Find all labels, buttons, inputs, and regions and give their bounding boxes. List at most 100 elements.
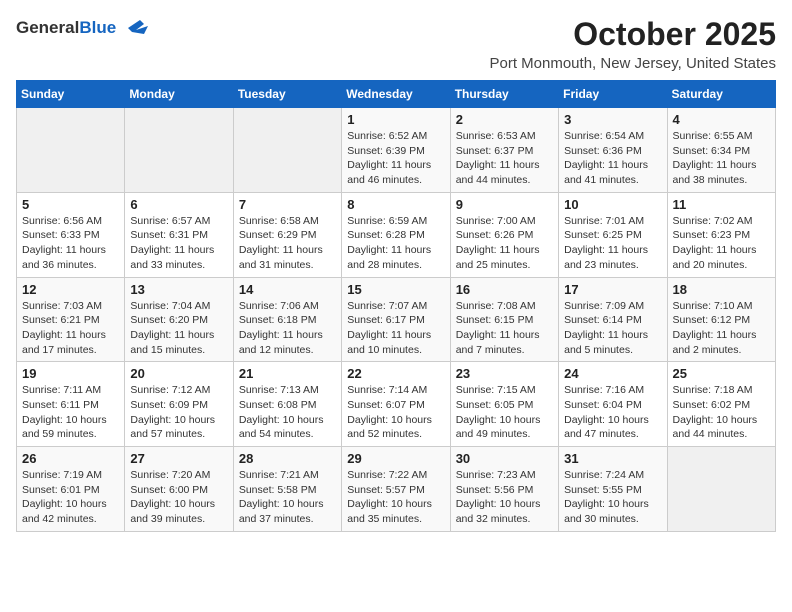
day-detail: Sunrise: 7:16 AM Sunset: 6:04 PM Dayligh… xyxy=(564,383,661,442)
calendar-day-cell: 15 Sunrise: 7:07 AM Sunset: 6:17 PM Dayli… xyxy=(342,277,450,362)
calendar-day-cell: 13 Sunrise: 7:04 AM Sunset: 6:20 PM Dayli… xyxy=(125,277,233,362)
day-detail: Sunrise: 6:54 AM Sunset: 6:36 PM Dayligh… xyxy=(564,129,661,188)
calendar-day-cell: 1Sunrise: 6:52 AM Sunset: 6:39 PM Daylig… xyxy=(342,108,450,193)
day-number: 31 xyxy=(564,451,661,466)
day-detail: Sunrise: 7:04 AM Sunset: 6:20 PM Dayligh… xyxy=(130,299,227,358)
calendar-day-cell: 28Sunrise: 7:21 AM Sunset: 5:58 PM Dayli… xyxy=(233,447,341,532)
calendar-day-cell: 8 Sunrise: 6:59 AM Sunset: 6:28 PM Daylig… xyxy=(342,192,450,277)
day-detail: Sunrise: 7:06 AM Sunset: 6:18 PM Dayligh… xyxy=(239,299,336,358)
day-number: 25 xyxy=(673,366,770,381)
day-number: 30 xyxy=(456,451,553,466)
day-number: 27 xyxy=(130,451,227,466)
day-detail: Sunrise: 6:58 AM Sunset: 6:29 PM Dayligh… xyxy=(239,214,336,273)
day-number: 22 xyxy=(347,366,444,381)
day-detail: Sunrise: 7:12 AM Sunset: 6:09 PM Dayligh… xyxy=(130,383,227,442)
day-detail: Sunrise: 7:07 AM Sunset: 6:17 PM Dayligh… xyxy=(347,299,444,358)
calendar-day-cell: 2 Sunrise: 6:53 AM Sunset: 6:37 PM Daylig… xyxy=(450,108,558,193)
calendar-day-cell: 6Sunrise: 6:57 AM Sunset: 6:31 PM Daylig… xyxy=(125,192,233,277)
calendar-day-cell: 5 Sunrise: 6:56 AM Sunset: 6:33 PM Daylig… xyxy=(17,192,125,277)
day-number: 16 xyxy=(456,282,553,297)
day-detail: Sunrise: 7:15 AM Sunset: 6:05 PM Dayligh… xyxy=(456,383,553,442)
calendar-day-cell: 23 Sunrise: 7:15 AM Sunset: 6:05 PM Dayli… xyxy=(450,362,558,447)
day-detail: Sunrise: 7:13 AM Sunset: 6:08 PM Dayligh… xyxy=(239,383,336,442)
day-detail: Sunrise: 7:08 AM Sunset: 6:15 PM Dayligh… xyxy=(456,299,553,358)
day-of-week-header: Friday xyxy=(559,81,667,108)
day-of-week-header: Sunday xyxy=(17,81,125,108)
day-number: 26 xyxy=(22,451,119,466)
day-detail: Sunrise: 7:14 AM Sunset: 6:07 PM Dayligh… xyxy=(347,383,444,442)
day-number: 20 xyxy=(130,366,227,381)
calendar-day-cell: 7Sunrise: 6:58 AM Sunset: 6:29 PM Daylig… xyxy=(233,192,341,277)
logo-blue: Blue xyxy=(79,18,116,37)
day-number: 4 xyxy=(673,112,770,127)
day-number: 23 xyxy=(456,366,553,381)
calendar-day-cell: 3 Sunrise: 6:54 AM Sunset: 6:36 PM Daylig… xyxy=(559,108,667,193)
day-detail: Sunrise: 7:23 AM Sunset: 5:56 PM Dayligh… xyxy=(456,468,553,527)
calendar-table: SundayMondayTuesdayWednesdayThursdayFrid… xyxy=(16,80,776,532)
logo-bird-icon xyxy=(120,16,152,40)
logo-general-text: GeneralBlue xyxy=(16,18,116,38)
calendar-week-row: 19 Sunrise: 7:11 AM Sunset: 6:11 PM Dayli… xyxy=(17,362,776,447)
calendar-header-row: SundayMondayTuesdayWednesdayThursdayFrid… xyxy=(17,81,776,108)
day-number: 19 xyxy=(22,366,119,381)
day-number: 5 xyxy=(22,197,119,212)
calendar-day-cell: 21 Sunrise: 7:13 AM Sunset: 6:08 PM Dayli… xyxy=(233,362,341,447)
day-of-week-header: Thursday xyxy=(450,81,558,108)
day-of-week-header: Saturday xyxy=(667,81,775,108)
day-number: 2 xyxy=(456,112,553,127)
day-detail: Sunrise: 6:53 AM Sunset: 6:37 PM Dayligh… xyxy=(456,129,553,188)
calendar-day-cell xyxy=(233,108,341,193)
logo-general: General xyxy=(16,18,79,37)
location: Port Monmouth, New Jersey, United States xyxy=(489,55,776,72)
logo: GeneralBlue xyxy=(16,16,152,40)
day-of-week-header: Wednesday xyxy=(342,81,450,108)
day-detail: Sunrise: 6:55 AM Sunset: 6:34 PM Dayligh… xyxy=(673,129,770,188)
month-title: October 2025 xyxy=(489,16,776,53)
calendar-day-cell: 9Sunrise: 7:00 AM Sunset: 6:26 PM Daylig… xyxy=(450,192,558,277)
day-detail: Sunrise: 7:21 AM Sunset: 5:58 PM Dayligh… xyxy=(239,468,336,527)
day-number: 24 xyxy=(564,366,661,381)
calendar-day-cell: 27 Sunrise: 7:20 AM Sunset: 6:00 PM Dayli… xyxy=(125,447,233,532)
day-number: 29 xyxy=(347,451,444,466)
calendar-week-row: 1Sunrise: 6:52 AM Sunset: 6:39 PM Daylig… xyxy=(17,108,776,193)
calendar-day-cell: 31Sunrise: 7:24 AM Sunset: 5:55 PM Dayli… xyxy=(559,447,667,532)
calendar-day-cell: 26 Sunrise: 7:19 AM Sunset: 6:01 PM Dayli… xyxy=(17,447,125,532)
page-header: GeneralBlue October 2025 Port Monmouth, … xyxy=(16,16,776,72)
calendar-day-cell xyxy=(667,447,775,532)
calendar-day-cell: 20 Sunrise: 7:12 AM Sunset: 6:09 PM Dayli… xyxy=(125,362,233,447)
day-detail: Sunrise: 7:03 AM Sunset: 6:21 PM Dayligh… xyxy=(22,299,119,358)
day-number: 3 xyxy=(564,112,661,127)
calendar-day-cell: 22 Sunrise: 7:14 AM Sunset: 6:07 PM Dayli… xyxy=(342,362,450,447)
calendar-day-cell: 25Sunrise: 7:18 AM Sunset: 6:02 PM Dayli… xyxy=(667,362,775,447)
calendar-day-cell: 17Sunrise: 7:09 AM Sunset: 6:14 PM Dayli… xyxy=(559,277,667,362)
day-number: 21 xyxy=(239,366,336,381)
day-detail: Sunrise: 7:10 AM Sunset: 6:12 PM Dayligh… xyxy=(673,299,770,358)
calendar-day-cell: 12 Sunrise: 7:03 AM Sunset: 6:21 PM Dayli… xyxy=(17,277,125,362)
day-of-week-header: Tuesday xyxy=(233,81,341,108)
calendar-week-row: 5 Sunrise: 6:56 AM Sunset: 6:33 PM Daylig… xyxy=(17,192,776,277)
day-detail: Sunrise: 7:19 AM Sunset: 6:01 PM Dayligh… xyxy=(22,468,119,527)
day-detail: Sunrise: 7:20 AM Sunset: 6:00 PM Dayligh… xyxy=(130,468,227,527)
day-number: 11 xyxy=(673,197,770,212)
calendar-day-cell: 4 Sunrise: 6:55 AM Sunset: 6:34 PM Daylig… xyxy=(667,108,775,193)
calendar-day-cell: 14Sunrise: 7:06 AM Sunset: 6:18 PM Dayli… xyxy=(233,277,341,362)
calendar-day-cell: 16 Sunrise: 7:08 AM Sunset: 6:15 PM Dayli… xyxy=(450,277,558,362)
day-detail: Sunrise: 7:11 AM Sunset: 6:11 PM Dayligh… xyxy=(22,383,119,442)
calendar-week-row: 26 Sunrise: 7:19 AM Sunset: 6:01 PM Dayli… xyxy=(17,447,776,532)
day-detail: Sunrise: 7:02 AM Sunset: 6:23 PM Dayligh… xyxy=(673,214,770,273)
day-number: 12 xyxy=(22,282,119,297)
calendar-day-cell: 18Sunrise: 7:10 AM Sunset: 6:12 PM Dayli… xyxy=(667,277,775,362)
day-number: 15 xyxy=(347,282,444,297)
day-number: 8 xyxy=(347,197,444,212)
day-number: 10 xyxy=(564,197,661,212)
day-number: 9 xyxy=(456,197,553,212)
day-detail: Sunrise: 6:56 AM Sunset: 6:33 PM Dayligh… xyxy=(22,214,119,273)
calendar-day-cell: 19 Sunrise: 7:11 AM Sunset: 6:11 PM Dayli… xyxy=(17,362,125,447)
day-number: 13 xyxy=(130,282,227,297)
day-detail: Sunrise: 7:09 AM Sunset: 6:14 PM Dayligh… xyxy=(564,299,661,358)
calendar-day-cell: 29 Sunrise: 7:22 AM Sunset: 5:57 PM Dayli… xyxy=(342,447,450,532)
calendar-day-cell: 10Sunrise: 7:01 AM Sunset: 6:25 PM Dayli… xyxy=(559,192,667,277)
day-detail: Sunrise: 6:52 AM Sunset: 6:39 PM Dayligh… xyxy=(347,129,444,188)
day-detail: Sunrise: 7:22 AM Sunset: 5:57 PM Dayligh… xyxy=(347,468,444,527)
day-detail: Sunrise: 6:59 AM Sunset: 6:28 PM Dayligh… xyxy=(347,214,444,273)
